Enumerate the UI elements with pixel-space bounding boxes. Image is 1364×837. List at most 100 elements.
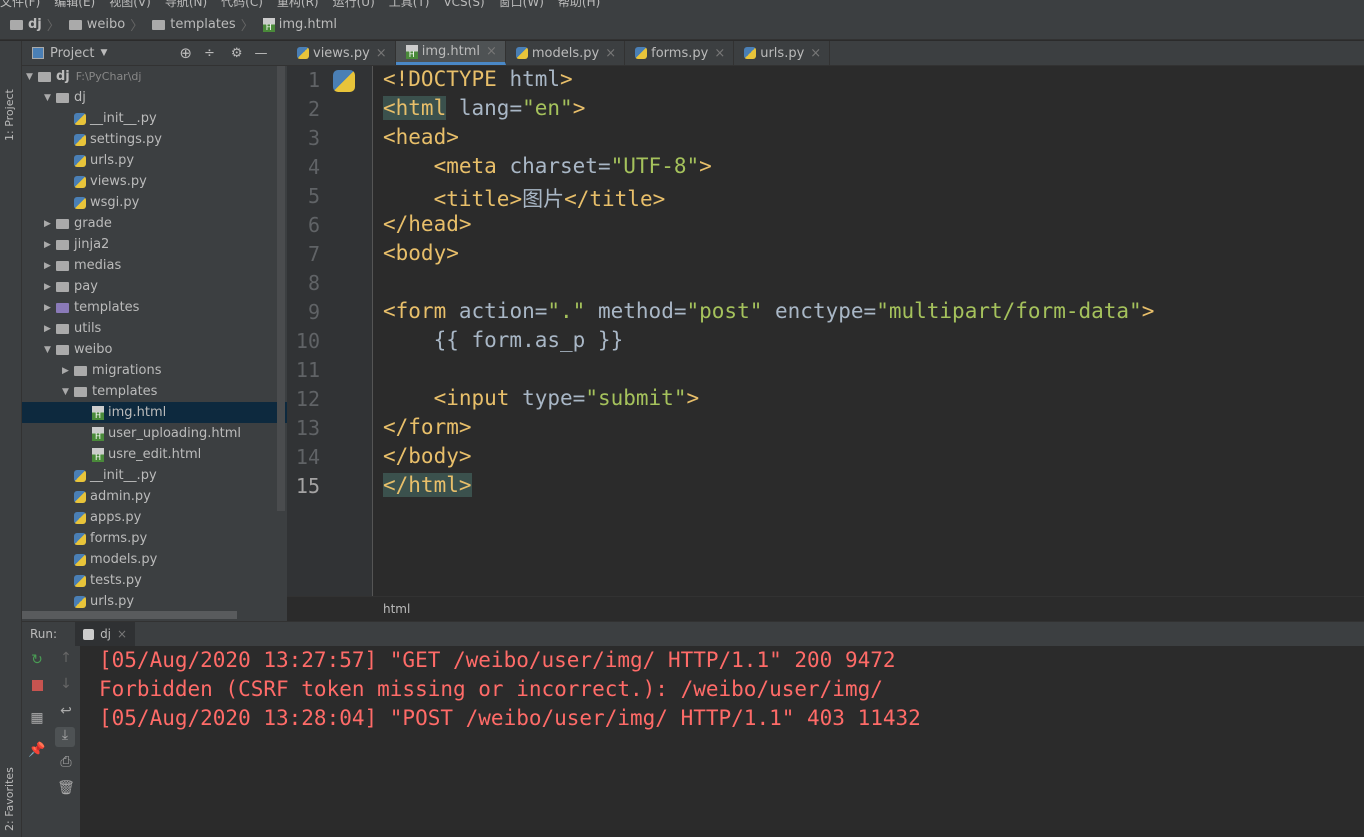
tree-item[interactable]: models.py <box>22 549 287 570</box>
tree-item[interactable]: apps.py <box>22 507 287 528</box>
chevron-right-icon: ▶ <box>62 365 69 376</box>
tree-item[interactable]: __init__.py <box>22 108 287 129</box>
tree-item[interactable]: Huser_uploading.html <box>22 423 287 444</box>
menu-item[interactable]: 视图(V) <box>109 0 151 10</box>
menu-item[interactable]: 文件(F) <box>0 0 40 10</box>
tab-models-py[interactable]: models.py × <box>506 41 626 65</box>
folder-icon <box>56 218 69 229</box>
stop-icon[interactable] <box>31 680 43 691</box>
code-line: <form action="." method="post" enctype="… <box>383 299 1155 323</box>
chevron-down-icon: ▼ <box>44 92 51 103</box>
tab-img-html[interactable]: Himg.html × <box>395 41 506 65</box>
line-gutter: 1 2 3 4 5 6 7 8 9 10 11 12 13 14 15 <box>287 66 373 596</box>
menu-item[interactable]: 代码(C) <box>221 0 263 10</box>
line-number: 2 <box>307 97 320 121</box>
tab-urls-py[interactable]: urls.py × <box>734 41 831 65</box>
python-file-icon <box>744 47 757 59</box>
tree-item[interactable]: forms.py <box>22 528 287 549</box>
scroll-to-end-icon[interactable]: ⤓ <box>55 727 75 747</box>
breadcrumb-item[interactable]: dj 〉 <box>10 15 65 34</box>
tree-item[interactable]: ▶ utils <box>22 318 287 339</box>
tree-item-label: tests.py <box>90 573 142 588</box>
python-file-icon <box>74 112 86 125</box>
up-arrow-icon[interactable]: ↑ <box>56 650 76 666</box>
tree-item[interactable]: urls.py <box>22 591 287 612</box>
folder-icon <box>74 365 87 376</box>
menu-item[interactable]: 重构(R) <box>277 0 319 10</box>
locate-icon[interactable]: ⊕ <box>179 44 192 62</box>
rerun-icon[interactable]: ↻ <box>27 652 47 668</box>
tree-item[interactable]: ▶ medias <box>22 255 287 276</box>
chevron-down-icon[interactable]: ▼ <box>100 48 107 58</box>
close-icon[interactable]: × <box>376 46 387 61</box>
tree-item[interactable]: ▶ templates <box>22 297 287 318</box>
vertical-scrollbar[interactable] <box>277 66 285 511</box>
menu-item[interactable]: 窗口(W) <box>499 0 544 10</box>
python-file-icon <box>74 133 86 146</box>
tree-item[interactable]: ▼ templates <box>22 381 287 402</box>
line-number: 1 <box>307 68 320 92</box>
chevron-down-icon: ▼ <box>62 386 69 397</box>
code-line: <html lang="en"> <box>383 96 586 120</box>
tree-item[interactable]: ▶ pay <box>22 276 287 297</box>
trash-icon[interactable]: 🗑 <box>56 780 76 796</box>
code-line: </form> <box>383 415 472 439</box>
code-line: {{ form.as_p }} <box>383 328 624 352</box>
left-tool-strip: 1: Project 2: Favorites <box>0 41 22 837</box>
breadcrumb-item[interactable]: weibo 〉 <box>68 15 148 34</box>
tree-item[interactable]: ▼ weibo <box>22 339 287 360</box>
tree-item[interactable]: Himg.html <box>22 402 287 423</box>
down-arrow-icon[interactable]: ↓ <box>56 676 76 692</box>
close-icon[interactable]: × <box>486 44 497 59</box>
tree-item[interactable]: settings.py <box>22 129 287 150</box>
menu-item[interactable]: 工具(T) <box>389 0 430 10</box>
close-icon[interactable]: × <box>117 627 127 641</box>
soft-wrap-icon[interactable]: ↩ <box>56 703 76 719</box>
python-file-icon <box>74 574 86 587</box>
tab-forms-py[interactable]: forms.py × <box>625 41 735 65</box>
code-line: <input type="submit"> <box>433 386 700 410</box>
line-number: 12 <box>295 387 320 411</box>
tree-item[interactable]: wsgi.py <box>22 192 287 213</box>
tree-item[interactable]: views.py <box>22 171 287 192</box>
tree-item-label: views.py <box>90 174 147 189</box>
breadcrumb-item[interactable]: Himg.html <box>262 17 337 32</box>
menu-item[interactable]: 运行(U) <box>333 0 375 10</box>
layout-icon[interactable]: ▦ <box>27 710 47 726</box>
horizontal-scrollbar[interactable] <box>22 611 237 619</box>
project-title[interactable]: Project <box>50 46 94 61</box>
tree-item[interactable]: urls.py <box>22 150 287 171</box>
tree-item[interactable]: Husre_edit.html <box>22 444 287 465</box>
tree-item[interactable]: ▼ dj <box>22 87 287 108</box>
tree-item[interactable]: ▶ migrations <box>22 360 287 381</box>
tree-item[interactable]: admin.py <box>22 486 287 507</box>
tree-root[interactable]: ▼ dj F:\PyChar\dj <box>22 66 287 87</box>
close-icon[interactable]: × <box>810 46 821 61</box>
breadcrumb-item[interactable]: templates 〉 <box>152 15 258 34</box>
print-icon[interactable]: ⎙ <box>56 754 76 770</box>
minimize-icon[interactable]: — <box>255 46 268 61</box>
close-icon[interactable]: × <box>714 46 725 61</box>
run-console[interactable]: [05/Aug/2020 13:27:57] "GET /weibo/user/… <box>80 646 1364 837</box>
tree-item[interactable]: tests.py <box>22 570 287 591</box>
menu-item[interactable]: VCS(S) <box>443 0 484 9</box>
project-tool-tab[interactable]: 1: Project <box>3 89 16 141</box>
tree-item[interactable]: ▶ grade <box>22 213 287 234</box>
close-icon[interactable]: × <box>605 46 616 61</box>
tab-views-py[interactable]: views.py × <box>287 41 396 65</box>
code-editor[interactable]: <!DOCTYPE html> <html lang="en"> <head> <m… <box>383 66 1363 596</box>
tree-item[interactable]: __init__.py <box>22 465 287 486</box>
favorites-tool-tab[interactable]: 2: Favorites <box>3 767 16 831</box>
code-line: <!DOCTYPE html> <box>383 67 573 91</box>
html-file-icon: H <box>92 447 104 462</box>
tree-item-label: img.html <box>108 405 167 420</box>
run-tab-dj[interactable]: dj × <box>75 621 136 647</box>
collapse-icon[interactable]: ÷ <box>204 46 215 61</box>
gear-icon[interactable]: ⚙ <box>231 46 243 61</box>
python-file-icon <box>74 469 86 482</box>
menu-item[interactable]: 导航(N) <box>165 0 207 10</box>
pin-icon[interactable]: 📌 <box>27 742 47 758</box>
tree-item[interactable]: ▶ jinja2 <box>22 234 287 255</box>
menu-item[interactable]: 帮助(H) <box>558 0 600 10</box>
menu-item[interactable]: 编辑(E) <box>54 0 95 10</box>
